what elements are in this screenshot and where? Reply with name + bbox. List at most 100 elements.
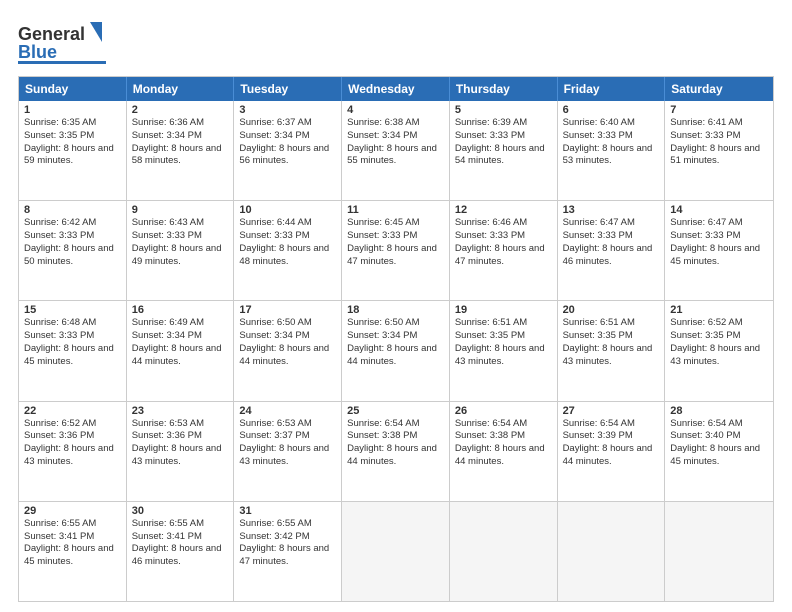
sunset-text: Sunset: 3:35 PM — [670, 330, 768, 343]
day-number: 5 — [455, 104, 552, 116]
day-number: 7 — [670, 104, 768, 116]
sunrise-text: Sunrise: 6:47 AM — [563, 217, 660, 230]
day-number: 18 — [347, 304, 444, 316]
day-number: 28 — [670, 405, 768, 417]
daylight-text: Daylight: 8 hours and 43 minutes. — [563, 343, 660, 369]
day-cell-10: 10Sunrise: 6:44 AMSunset: 3:33 PMDayligh… — [234, 201, 342, 300]
week-row-5: 29Sunrise: 6:55 AMSunset: 3:41 PMDayligh… — [19, 501, 773, 601]
sunset-text: Sunset: 3:33 PM — [455, 130, 552, 143]
daylight-text: Daylight: 8 hours and 43 minutes. — [132, 443, 229, 469]
day-cell-24: 24Sunrise: 6:53 AMSunset: 3:37 PMDayligh… — [234, 402, 342, 501]
daylight-text: Daylight: 8 hours and 45 minutes. — [24, 543, 121, 569]
header-day-tuesday: Tuesday — [234, 77, 342, 101]
day-cell-18: 18Sunrise: 6:50 AMSunset: 3:34 PMDayligh… — [342, 301, 450, 400]
day-number: 1 — [24, 104, 121, 116]
sunset-text: Sunset: 3:38 PM — [455, 430, 552, 443]
header-day-wednesday: Wednesday — [342, 77, 450, 101]
day-number: 20 — [563, 304, 660, 316]
day-cell-25: 25Sunrise: 6:54 AMSunset: 3:38 PMDayligh… — [342, 402, 450, 501]
day-number: 15 — [24, 304, 121, 316]
day-cell-31: 31Sunrise: 6:55 AMSunset: 3:42 PMDayligh… — [234, 502, 342, 601]
day-cell-28: 28Sunrise: 6:54 AMSunset: 3:40 PMDayligh… — [665, 402, 773, 501]
calendar-body: 1Sunrise: 6:35 AMSunset: 3:35 PMDaylight… — [19, 101, 773, 601]
sunset-text: Sunset: 3:34 PM — [239, 130, 336, 143]
sunset-text: Sunset: 3:42 PM — [239, 531, 336, 544]
sunset-text: Sunset: 3:33 PM — [455, 230, 552, 243]
sunset-text: Sunset: 3:35 PM — [563, 330, 660, 343]
sunrise-text: Sunrise: 6:42 AM — [24, 217, 121, 230]
day-number: 9 — [132, 204, 229, 216]
sunset-text: Sunset: 3:41 PM — [132, 531, 229, 544]
sunrise-text: Sunrise: 6:41 AM — [670, 117, 768, 130]
daylight-text: Daylight: 8 hours and 44 minutes. — [563, 443, 660, 469]
empty-cell — [450, 502, 558, 601]
week-row-1: 1Sunrise: 6:35 AMSunset: 3:35 PMDaylight… — [19, 101, 773, 200]
day-cell-3: 3Sunrise: 6:37 AMSunset: 3:34 PMDaylight… — [234, 101, 342, 200]
sunset-text: Sunset: 3:34 PM — [132, 130, 229, 143]
day-number: 16 — [132, 304, 229, 316]
week-row-3: 15Sunrise: 6:48 AMSunset: 3:33 PMDayligh… — [19, 300, 773, 400]
day-cell-5: 5Sunrise: 6:39 AMSunset: 3:33 PMDaylight… — [450, 101, 558, 200]
daylight-text: Daylight: 8 hours and 47 minutes. — [455, 243, 552, 269]
day-number: 26 — [455, 405, 552, 417]
daylight-text: Daylight: 8 hours and 56 minutes. — [239, 143, 336, 169]
empty-cell — [558, 502, 666, 601]
sunrise-text: Sunrise: 6:54 AM — [563, 418, 660, 431]
sunset-text: Sunset: 3:38 PM — [347, 430, 444, 443]
daylight-text: Daylight: 8 hours and 45 minutes. — [24, 343, 121, 369]
daylight-text: Daylight: 8 hours and 44 minutes. — [347, 343, 444, 369]
sunset-text: Sunset: 3:33 PM — [563, 230, 660, 243]
sunrise-text: Sunrise: 6:55 AM — [239, 518, 336, 531]
week-row-4: 22Sunrise: 6:52 AMSunset: 3:36 PMDayligh… — [19, 401, 773, 501]
day-cell-30: 30Sunrise: 6:55 AMSunset: 3:41 PMDayligh… — [127, 502, 235, 601]
sunrise-text: Sunrise: 6:43 AM — [132, 217, 229, 230]
day-number: 8 — [24, 204, 121, 216]
daylight-text: Daylight: 8 hours and 43 minutes. — [239, 443, 336, 469]
daylight-text: Daylight: 8 hours and 51 minutes. — [670, 143, 768, 169]
day-cell-9: 9Sunrise: 6:43 AMSunset: 3:33 PMDaylight… — [127, 201, 235, 300]
day-cell-12: 12Sunrise: 6:46 AMSunset: 3:33 PMDayligh… — [450, 201, 558, 300]
sunset-text: Sunset: 3:34 PM — [347, 130, 444, 143]
sunrise-text: Sunrise: 6:36 AM — [132, 117, 229, 130]
day-cell-22: 22Sunrise: 6:52 AMSunset: 3:36 PMDayligh… — [19, 402, 127, 501]
page: General Blue SundayMondayTuesdayWednesda… — [0, 0, 792, 612]
daylight-text: Daylight: 8 hours and 54 minutes. — [455, 143, 552, 169]
sunrise-text: Sunrise: 6:52 AM — [670, 317, 768, 330]
sunset-text: Sunset: 3:40 PM — [670, 430, 768, 443]
day-number: 29 — [24, 505, 121, 517]
sunrise-text: Sunrise: 6:51 AM — [563, 317, 660, 330]
daylight-text: Daylight: 8 hours and 44 minutes. — [347, 443, 444, 469]
day-number: 24 — [239, 405, 336, 417]
calendar: SundayMondayTuesdayWednesdayThursdayFrid… — [18, 76, 774, 602]
sunrise-text: Sunrise: 6:54 AM — [670, 418, 768, 431]
sunrise-text: Sunrise: 6:50 AM — [347, 317, 444, 330]
sunset-text: Sunset: 3:37 PM — [239, 430, 336, 443]
day-number: 12 — [455, 204, 552, 216]
daylight-text: Daylight: 8 hours and 47 minutes. — [347, 243, 444, 269]
sunrise-text: Sunrise: 6:44 AM — [239, 217, 336, 230]
sunrise-text: Sunrise: 6:50 AM — [239, 317, 336, 330]
day-cell-15: 15Sunrise: 6:48 AMSunset: 3:33 PMDayligh… — [19, 301, 127, 400]
sunrise-text: Sunrise: 6:55 AM — [132, 518, 229, 531]
day-cell-17: 17Sunrise: 6:50 AMSunset: 3:34 PMDayligh… — [234, 301, 342, 400]
sunrise-text: Sunrise: 6:51 AM — [455, 317, 552, 330]
day-cell-1: 1Sunrise: 6:35 AMSunset: 3:35 PMDaylight… — [19, 101, 127, 200]
sunrise-text: Sunrise: 6:55 AM — [24, 518, 121, 531]
header-day-sunday: Sunday — [19, 77, 127, 101]
sunset-text: Sunset: 3:34 PM — [239, 330, 336, 343]
sunrise-text: Sunrise: 6:53 AM — [239, 418, 336, 431]
daylight-text: Daylight: 8 hours and 43 minutes. — [24, 443, 121, 469]
day-number: 22 — [24, 405, 121, 417]
day-cell-26: 26Sunrise: 6:54 AMSunset: 3:38 PMDayligh… — [450, 402, 558, 501]
daylight-text: Daylight: 8 hours and 44 minutes. — [455, 443, 552, 469]
sunrise-text: Sunrise: 6:54 AM — [455, 418, 552, 431]
day-cell-21: 21Sunrise: 6:52 AMSunset: 3:35 PMDayligh… — [665, 301, 773, 400]
day-number: 14 — [670, 204, 768, 216]
day-cell-2: 2Sunrise: 6:36 AMSunset: 3:34 PMDaylight… — [127, 101, 235, 200]
sunset-text: Sunset: 3:33 PM — [563, 130, 660, 143]
daylight-text: Daylight: 8 hours and 46 minutes. — [132, 543, 229, 569]
day-number: 31 — [239, 505, 336, 517]
sunrise-text: Sunrise: 6:40 AM — [563, 117, 660, 130]
day-cell-23: 23Sunrise: 6:53 AMSunset: 3:36 PMDayligh… — [127, 402, 235, 501]
sunrise-text: Sunrise: 6:53 AM — [132, 418, 229, 431]
